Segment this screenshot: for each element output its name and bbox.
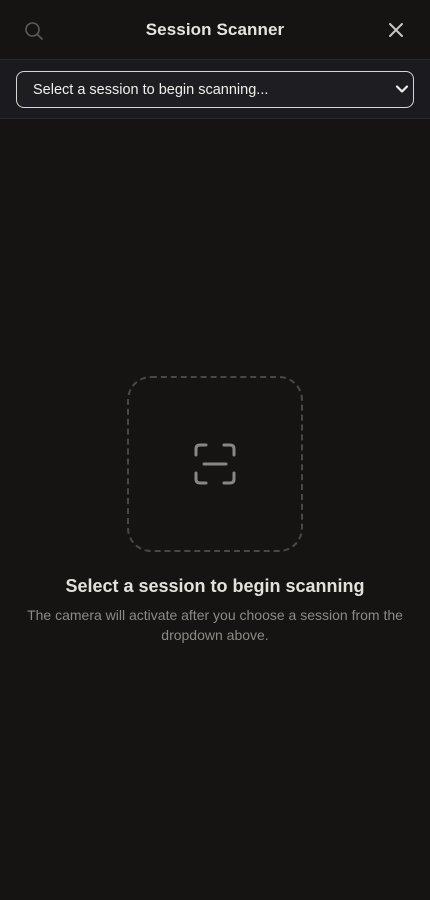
search-button[interactable]: [22, 19, 46, 43]
session-select-bar: Select a session to begin scanning...: [0, 60, 430, 119]
session-select-value: Select a session to begin scanning...: [33, 81, 269, 98]
empty-state-description: The camera will activate after you choos…: [27, 607, 403, 643]
close-icon: [389, 23, 403, 37]
empty-state-title: Select a session to begin scanning: [65, 576, 365, 596]
chevron-down-icon: [395, 85, 409, 93]
empty-state: Select a session to begin scanning The c…: [0, 376, 430, 645]
close-button[interactable]: [384, 18, 408, 42]
scan-placeholder-frame: [127, 376, 303, 552]
top-bar: Session Scanner: [0, 0, 430, 60]
search-icon: [25, 22, 43, 40]
page-title: Session Scanner: [145, 19, 285, 39]
session-select[interactable]: Select a session to begin scanning...: [16, 71, 414, 108]
scan-frame-icon: [194, 443, 236, 485]
